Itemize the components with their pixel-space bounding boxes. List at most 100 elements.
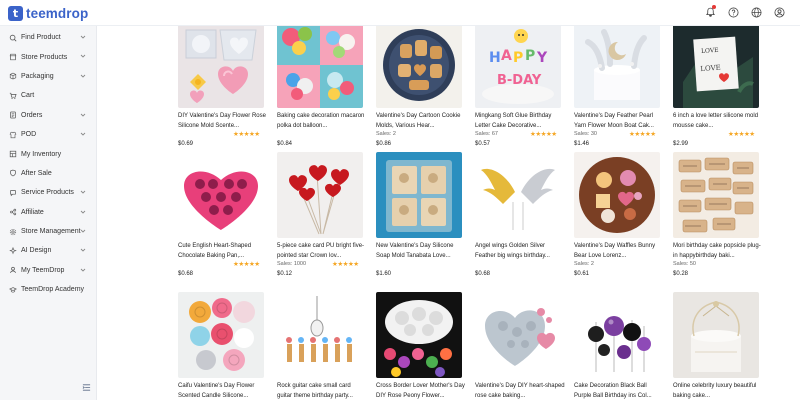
product-name[interactable]: Angel wings Golden Silver Feather big wi… bbox=[475, 241, 565, 261]
sidebar-item-label: Packaging bbox=[21, 72, 54, 80]
product-image[interactable] bbox=[376, 292, 462, 378]
chevron-down-icon bbox=[80, 132, 86, 136]
sidebar-item-service-products[interactable]: Service Products bbox=[0, 183, 96, 202]
svg-text:P: P bbox=[513, 50, 523, 66]
product-card[interactable]: Rock guitar cake small card guitar theme… bbox=[277, 292, 367, 400]
product-price: $2.99 bbox=[673, 141, 689, 147]
top-bar: t teemdrop bbox=[0, 0, 800, 26]
sidebar-item-label: Affiliate bbox=[21, 208, 44, 216]
globe-icon[interactable] bbox=[749, 5, 763, 19]
product-card[interactable]: Online celebrity luxury beautiful baking… bbox=[673, 292, 763, 400]
product-name[interactable]: Valentine's Day Feather Pearl Yarn Flowe… bbox=[574, 111, 664, 131]
product-image[interactable] bbox=[277, 26, 363, 108]
product-name[interactable]: 5-piece cake card PU bright five-pointed… bbox=[277, 241, 367, 261]
sidebar-item-store-management[interactable]: Store Management bbox=[0, 222, 96, 241]
product-name[interactable]: Cake Decoration Black Ball Purple Ball B… bbox=[574, 381, 664, 400]
product-card[interactable]: H A P P Y B-DAY Mingkang Soft Glue Birth… bbox=[475, 26, 565, 147]
product-image[interactable] bbox=[475, 152, 561, 238]
product-image[interactable] bbox=[574, 292, 660, 378]
box-icon bbox=[8, 72, 17, 81]
svg-text:Y: Y bbox=[536, 50, 548, 66]
sidebar-item-teemdrop-academy[interactable]: TeemDrop Academy bbox=[0, 280, 96, 299]
product-name[interactable]: Cross Border Lover Mother's Day DIY Rose… bbox=[376, 381, 466, 400]
sidebar-item-my-inventory[interactable]: My Inventory bbox=[0, 144, 96, 163]
product-price: $1.60 bbox=[376, 271, 392, 277]
product-name[interactable]: Rock guitar cake small card guitar theme… bbox=[277, 381, 367, 400]
product-card[interactable]: DIY Valentine's Day Flower Rose Silicone… bbox=[178, 26, 268, 147]
product-name[interactable]: Mori birthday cake popsicle plug-in happ… bbox=[673, 241, 763, 261]
product-card[interactable]: Valentine's Day Feather Pearl Yarn Flowe… bbox=[574, 26, 664, 147]
sidebar-item-affiliate[interactable]: Affiliate bbox=[0, 203, 96, 222]
product-name[interactable]: 6 inch a love letter silicone mold mouss… bbox=[673, 111, 763, 131]
product-card[interactable]: Caifu Valentine's Day Flower Scented Can… bbox=[178, 292, 268, 400]
product-image[interactable] bbox=[376, 152, 462, 238]
product-image[interactable] bbox=[376, 26, 462, 108]
sidebar-item-after-sale[interactable]: After Sale bbox=[0, 164, 96, 183]
product-card[interactable]: Angel wings Golden Silver Feather big wi… bbox=[475, 152, 565, 277]
sidebar-item-ai-design[interactable]: AI Design bbox=[0, 241, 96, 260]
product-name[interactable]: Valentine's Day DIY heart-shaped rose ca… bbox=[475, 381, 565, 400]
product-image[interactable] bbox=[277, 152, 363, 238]
product-card[interactable]: Valentine's Day Cartoon Cookie Molds, Va… bbox=[376, 26, 466, 147]
product-card[interactable]: Valentine's Day DIY heart-shaped rose ca… bbox=[475, 292, 565, 400]
product-price: $0.86 bbox=[376, 141, 392, 147]
sidebar-item-packaging[interactable]: Packaging bbox=[0, 67, 96, 86]
rating-stars: ★★★★★ bbox=[233, 261, 260, 268]
product-card[interactable]: Mori birthday cake popsicle plug-in happ… bbox=[673, 152, 763, 277]
product-image[interactable]: H A P P Y B-DAY bbox=[475, 26, 561, 108]
sidebar-item-pod[interactable]: POD bbox=[0, 125, 96, 144]
product-price: $0.12 bbox=[277, 271, 293, 277]
chevron-down-icon bbox=[80, 229, 86, 233]
sidebar-item-cart[interactable]: Cart bbox=[0, 86, 96, 105]
product-meta: ★★★★★ bbox=[178, 131, 268, 140]
rating-stars: ★★★★★ bbox=[332, 261, 359, 268]
product-image[interactable] bbox=[574, 152, 660, 238]
product-image[interactable]: LOVE LOVE bbox=[673, 26, 759, 108]
product-name[interactable]: DIY Valentine's Day Flower Rose Silicone… bbox=[178, 111, 268, 131]
product-name[interactable]: Baking cake decoration macaron polka dot… bbox=[277, 111, 367, 131]
sidebar-item-find-product[interactable]: Find Product bbox=[0, 28, 96, 47]
sidebar-item-my-teemdrop[interactable]: My TeemDrop bbox=[0, 261, 96, 280]
product-image[interactable] bbox=[178, 26, 264, 108]
sidebar-item-orders[interactable]: Orders bbox=[0, 106, 96, 125]
help-icon[interactable] bbox=[726, 5, 740, 19]
product-image[interactable] bbox=[178, 152, 264, 238]
product-meta bbox=[277, 131, 367, 140]
collapse-icon[interactable] bbox=[82, 383, 91, 392]
product-card[interactable]: Valentine's Day Waffles Bunny Bear Love … bbox=[574, 152, 664, 277]
product-image[interactable] bbox=[277, 292, 363, 378]
sidebar-item-store-products[interactable]: Store Products bbox=[0, 47, 96, 66]
product-card[interactable]: 5-piece cake card PU bright five-pointed… bbox=[277, 152, 367, 277]
chevron-down-icon bbox=[80, 113, 86, 117]
product-card[interactable]: Cross Border Lover Mother's Day DIY Rose… bbox=[376, 292, 466, 400]
rating-stars: ★★★★★ bbox=[728, 131, 755, 138]
rating-stars: ★★★★★ bbox=[233, 131, 260, 138]
product-name[interactable]: Cute English Heart-Shaped Chocolate Baki… bbox=[178, 241, 268, 261]
product-card[interactable]: Cute English Heart-Shaped Chocolate Baki… bbox=[178, 152, 268, 277]
chevron-down-icon bbox=[80, 210, 86, 214]
chevron-down-icon bbox=[80, 268, 86, 272]
product-meta: ★★★★★ bbox=[673, 131, 763, 140]
product-price: $0.69 bbox=[178, 141, 194, 147]
product-card[interactable]: Baking cake decoration macaron polka dot… bbox=[277, 26, 367, 147]
product-price: $0.68 bbox=[178, 271, 194, 277]
product-name[interactable]: Valentine's Day Cartoon Cookie Molds, Va… bbox=[376, 111, 466, 131]
product-name[interactable]: Valentine's Day Waffles Bunny Bear Love … bbox=[574, 241, 664, 261]
brand-logo[interactable]: t teemdrop bbox=[8, 4, 88, 22]
product-image[interactable] bbox=[178, 292, 264, 378]
product-name[interactable]: Mingkang Soft Glue Birthday Letter Cake … bbox=[475, 111, 565, 131]
product-name[interactable]: Caifu Valentine's Day Flower Scented Can… bbox=[178, 381, 268, 400]
user-icon[interactable] bbox=[772, 5, 786, 19]
product-card[interactable]: New Valentine's Day Silicone Soap Mold T… bbox=[376, 152, 466, 277]
after-sale-icon bbox=[8, 169, 17, 178]
product-image[interactable] bbox=[475, 292, 561, 378]
product-image[interactable] bbox=[574, 26, 660, 108]
product-name[interactable]: Online celebrity luxury beautiful baking… bbox=[673, 381, 763, 400]
product-image[interactable] bbox=[673, 292, 759, 378]
product-image[interactable] bbox=[673, 152, 759, 238]
product-name[interactable]: New Valentine's Day Silicone Soap Mold T… bbox=[376, 241, 466, 261]
product-card[interactable]: Cake Decoration Black Ball Purple Ball B… bbox=[574, 292, 664, 400]
product-meta: Sales: 1000 ★★★★★ bbox=[277, 261, 367, 270]
product-card[interactable]: LOVE LOVE 6 inch a love letter silicone … bbox=[673, 26, 763, 147]
bell-icon[interactable] bbox=[703, 5, 717, 19]
